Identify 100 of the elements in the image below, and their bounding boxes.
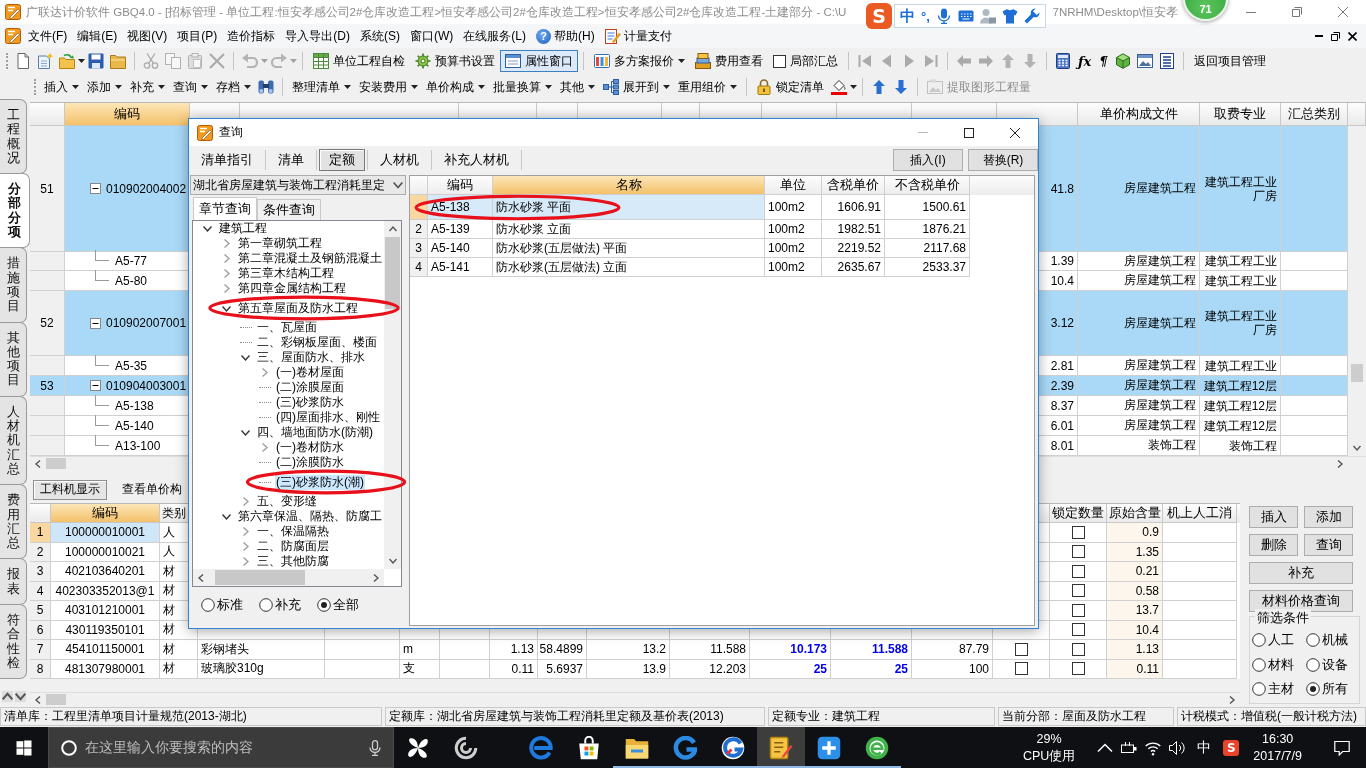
menu-item[interactable]: 项目(P) [172,26,223,46]
table-cell[interactable]: 1876.21 [885,220,970,239]
battery-plug-icon[interactable] [1121,739,1138,756]
row-header[interactable]: 3 [30,562,51,582]
table-cell[interactable]: 1606.91 [822,195,885,220]
tree-item[interactable]: (二)涂膜屋面 [275,380,345,395]
page-icon[interactable] [15,53,31,69]
ime-logo-icon[interactable]: S [1223,739,1240,756]
toolbar-button[interactable]: 查询 [169,76,212,98]
panel-button[interactable]: 材料价格查询 [1249,590,1353,612]
restore-icon[interactable] [1331,31,1340,41]
dialog-tab[interactable]: 定额 [319,149,365,171]
panel-button[interactable]: 添加 [1304,506,1353,528]
checkbox[interactable] [1071,584,1085,598]
table-cell[interactable]: 100m2 [765,195,822,220]
app-icon[interactable] [5,28,21,44]
microphone-icon[interactable] [367,739,383,756]
tree-item[interactable]: (三)砂浆防水 [275,395,345,410]
tree-item[interactable]: (一)卷材屋面 [275,365,345,380]
dialog-tab[interactable]: 清单指引 [191,149,263,171]
tree-item[interactable]: 三、其他防腐 [256,554,330,569]
scroll-right-icon[interactable] [1336,459,1344,468]
tree-item[interactable]: 四、墙地面防水(防潮) [256,425,374,440]
menu-item[interactable]: 视图(V) [122,26,173,46]
scrollbar-thumb[interactable] [385,237,400,309]
radio-option[interactable]: 人工 [1252,629,1306,651]
chevron-right-icon[interactable] [222,269,231,278]
side-tab[interactable]: 工程概况 [0,99,27,175]
table-cell[interactable]: 防水砂浆(五层做法) 立面 [493,258,765,277]
tree-item[interactable]: 五、变形缝 [256,494,318,509]
microphone-icon[interactable] [935,8,952,24]
table-row[interactable]: 7 454101150001 材 彩钢堵头 m 1.13 58.4899 13.2 11.588 10.173 11.588 87.79 1.13 [30,640,1240,660]
panel-button[interactable]: 删除 [1249,534,1298,556]
minimize-icon[interactable] [1246,11,1256,13]
toolbar-button[interactable]: 插入 [40,76,83,98]
menu-item[interactable]: 系统(S) [355,26,405,46]
table-cell[interactable]: 1500.61 [885,195,970,220]
tree-item[interactable]: 第二章混凝土及钢筋混凝土 [237,251,383,266]
search-field[interactable]: 在这里输入你要搜索的内容 [85,735,359,760]
speaker-icon[interactable] [1169,739,1186,756]
table-cell[interactable]: A5-141 [428,258,493,277]
checkbox[interactable] [1071,642,1085,656]
search-tab[interactable]: 章节查询 [193,197,257,220]
scrollbar-thumb[interactable] [215,570,305,585]
radio-option[interactable]: 所有 [1305,678,1359,701]
panel-button[interactable]: 补充 [1249,562,1353,584]
tree-item[interactable]: (一)卷材防水 [275,440,345,455]
dialog-button[interactable]: 插入(I) [893,149,963,171]
close-icon[interactable] [1010,127,1020,138]
search-tab[interactable]: 条件查询 [257,199,321,220]
dialog-tab[interactable]: 清单 [268,149,314,171]
close-icon[interactable] [1348,31,1357,41]
menu-item[interactable]: 窗口(W) [405,26,459,46]
dialog-button[interactable]: 替换(R) [968,149,1038,171]
input-mode[interactable]: 中 [900,6,915,26]
taskbar-app[interactable] [757,727,805,768]
chevron-down-icon[interactable] [241,428,250,437]
chevron-right-icon[interactable] [260,368,269,377]
toolbar-button[interactable]: 安装费用 [355,76,422,98]
row-header[interactable]: 1 [30,523,51,543]
checkbox[interactable] [1071,662,1085,676]
radio-option[interactable]: 机械 [1305,629,1359,651]
table-cell[interactable]: 100m2 [765,239,822,258]
chevron-down-icon[interactable] [222,303,231,313]
scroll-down-icon[interactable] [1353,444,1361,452]
cube-icon[interactable] [1114,53,1131,69]
floppy-icon[interactable] [88,53,104,69]
radio-option[interactable]: 标准 [201,594,243,616]
shirt-icon[interactable] [1001,8,1018,24]
tree-item[interactable]: 第六章保温、隔热、防腐工 [237,509,383,524]
radio-option[interactable]: 补充 [259,594,301,616]
row-header[interactable]: 53 [30,376,65,396]
toolbar-button[interactable]: 返回项目管理 [1188,50,1271,72]
menu-item[interactable]: 文件(F) [23,26,73,46]
chevron-right-icon[interactable] [241,557,250,566]
punctuation-mode[interactable]: °, [921,8,930,24]
symbol-button[interactable]: ¶ [1095,50,1112,72]
chevron-right-icon[interactable] [260,443,269,452]
checkbox-option[interactable]: 局部汇总 [768,50,843,72]
page-star-icon[interactable] [37,53,53,69]
toolbar-button[interactable]: 添加 [83,76,126,98]
tree-item[interactable]: 第三章木结构工程 [237,266,335,281]
menu-item[interactable]: ? 帮助(H) [531,26,600,46]
radio-option[interactable]: 设备 [1305,653,1359,676]
radio-option[interactable]: 主材 [1252,678,1306,701]
clock-time[interactable]: 16:30 [1262,730,1294,748]
menu-item[interactable]: 导入导出(D) [280,26,355,46]
arrow-down-icon[interactable] [893,79,909,95]
chevron-right-icon[interactable] [241,497,250,506]
panel-button[interactable]: 查询 [1304,534,1353,556]
scroll-right-icon[interactable] [372,573,380,582]
checkbox[interactable] [1014,642,1028,656]
radio-option[interactable]: 材料 [1252,653,1306,676]
chevron-right-icon[interactable] [222,239,231,248]
table-cell[interactable]: 2219.52 [822,239,885,258]
row-header[interactable]: 7 [30,640,51,660]
minus-box-icon[interactable] [90,380,101,391]
scroll-down-icon[interactable] [15,691,26,702]
table-row[interactable]: 8 481307980001 材 玻璃胶310g 支 0.11 5.6937 13.9 12.203 25 25 100 0.11 [30,659,1240,679]
keyboard-icon[interactable] [957,8,974,24]
